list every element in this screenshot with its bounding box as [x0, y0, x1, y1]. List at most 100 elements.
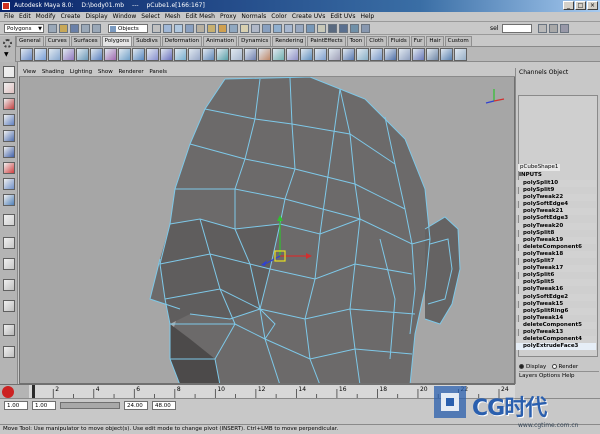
menu-edit-mesh[interactable]: Edit Mesh — [186, 12, 215, 21]
persp-outliner-icon[interactable] — [3, 279, 15, 291]
shelf-tab-fur[interactable]: Fur — [410, 36, 426, 46]
hypershade-layout-icon[interactable] — [3, 324, 15, 336]
menu-normals[interactable]: Normals — [241, 12, 266, 21]
select-dynamic-icon[interactable] — [207, 24, 216, 33]
history-node[interactable]: polyTweak19 — [516, 236, 596, 244]
history-node[interactable]: polyTweak16 — [516, 286, 596, 293]
history-node[interactable]: polyTweak21 — [516, 208, 596, 216]
select-handle-icon[interactable] — [152, 24, 161, 33]
shelf-tab-polygons[interactable]: Polygons — [101, 36, 133, 46]
hypershade-icon[interactable] — [361, 24, 370, 33]
select-surface-icon[interactable] — [185, 24, 194, 33]
shelf-tab-subdivs[interactable]: Subdivs — [133, 36, 161, 46]
show-manip-icon[interactable] — [3, 194, 15, 206]
history-node[interactable]: polyTweak14 — [516, 315, 596, 322]
boolean-diff-icon[interactable] — [230, 48, 243, 61]
cut-icon[interactable] — [384, 48, 397, 61]
combine-icon[interactable] — [160, 48, 173, 61]
history-node[interactable]: polySplit7 — [516, 258, 596, 265]
menu-edit[interactable]: Edit — [19, 12, 31, 21]
history-icon[interactable] — [317, 24, 326, 33]
shelf-tab-hair[interactable]: Hair — [426, 36, 444, 46]
panel-menu-view[interactable]: View — [23, 69, 36, 75]
select-render-icon[interactable] — [218, 24, 227, 33]
menu-help[interactable]: Help — [361, 12, 375, 21]
shelf-tab-animation[interactable]: Animation — [203, 36, 238, 46]
triangulate-icon[interactable] — [426, 48, 439, 61]
shelf-tab-toon[interactable]: Toon — [346, 36, 366, 46]
poly-cube-icon[interactable] — [34, 48, 47, 61]
wedge-icon[interactable] — [356, 48, 369, 61]
shelf-tab-curves[interactable]: Curves — [44, 36, 70, 46]
panel-menu-shading[interactable]: Shading — [42, 69, 64, 75]
selection-mode-field[interactable]: Objects — [108, 24, 148, 33]
channel-box-icon[interactable] — [560, 24, 569, 33]
shelf-tab-dynamics[interactable]: Dynamics — [238, 36, 272, 46]
menu-create-uvs[interactable]: Create UVs — [292, 12, 325, 21]
boolean-union-icon[interactable] — [216, 48, 229, 61]
persp-graph-icon[interactable] — [3, 300, 15, 312]
uv-editor-icon[interactable] — [454, 48, 467, 61]
merge-icon[interactable] — [328, 48, 341, 61]
mirror-icon[interactable] — [244, 48, 257, 61]
menu-window[interactable]: Window — [113, 12, 137, 21]
gear-icon[interactable] — [3, 39, 12, 48]
poly-soccer-icon[interactable] — [146, 48, 159, 61]
poly-pipe-icon[interactable] — [118, 48, 131, 61]
minimize-button[interactable]: _ — [563, 1, 574, 10]
playback-start-field[interactable]: 1.00 — [32, 401, 56, 410]
menu-create[interactable]: Create — [61, 12, 81, 21]
save-scene-icon[interactable] — [70, 24, 79, 33]
quadrangulate-icon[interactable] — [440, 48, 453, 61]
move-tool-icon[interactable] — [3, 114, 15, 126]
history-node[interactable]: deleteComponent6 — [516, 244, 596, 251]
four-pane-icon[interactable] — [3, 258, 15, 270]
selection-mask-icon[interactable] — [81, 24, 90, 33]
render-globals-icon[interactable] — [350, 24, 359, 33]
snap-curve-icon[interactable] — [273, 24, 282, 33]
panel-menu-lighting[interactable]: Lighting — [70, 69, 92, 75]
make-live-icon[interactable] — [306, 24, 315, 33]
hierarchy-mode-icon[interactable] — [92, 24, 101, 33]
soft-mod-icon[interactable] — [3, 178, 15, 190]
split-icon[interactable] — [300, 48, 313, 61]
render-frame-icon[interactable] — [328, 24, 337, 33]
select-tool-icon[interactable] — [3, 66, 15, 78]
shelf-tab-painteffects[interactable]: PaintEffects — [307, 36, 346, 46]
menu-color[interactable]: Color — [271, 12, 287, 21]
append-icon[interactable] — [286, 48, 299, 61]
snap-point-icon[interactable] — [284, 24, 293, 33]
history-node[interactable]: polySplit8 — [516, 230, 596, 237]
shelf-tab-deformation[interactable]: Deformation — [161, 36, 203, 46]
channels-menu[interactable]: Channels — [519, 69, 547, 76]
shelf-tab-fluids[interactable]: Fluids — [387, 36, 410, 46]
display-layer-radio[interactable]: Display — [519, 363, 546, 371]
history-node[interactable]: polyTweak22 — [516, 194, 596, 202]
poly-torus-icon[interactable] — [90, 48, 103, 61]
menu-set-dropdown[interactable]: Polygons ▼ — [4, 24, 44, 33]
history-node[interactable]: deleteComponent5 — [516, 321, 596, 329]
select-misc-icon[interactable] — [229, 24, 238, 33]
menu-edit-uvs[interactable]: Edit UVs — [330, 12, 355, 21]
snap-view-plane-icon[interactable] — [295, 24, 304, 33]
menu-proxy[interactable]: Proxy — [220, 12, 236, 21]
menu-select[interactable]: Select — [141, 12, 160, 21]
shelf-menu-icon[interactable]: ▼ — [4, 51, 9, 58]
insert-loop-icon[interactable] — [314, 48, 327, 61]
poly-plane-icon[interactable] — [76, 48, 89, 61]
panel-menu-panels[interactable]: Panels — [149, 69, 167, 75]
history-node[interactable]: polyTweak13 — [516, 329, 596, 336]
attribute-editor-icon[interactable] — [538, 24, 547, 33]
head-mesh-render[interactable] — [20, 69, 515, 384]
history-node[interactable]: polySoftEdge2 — [516, 293, 596, 301]
select-joint-icon[interactable] — [163, 24, 172, 33]
panel-menu-renderer[interactable]: Renderer — [118, 69, 143, 75]
poke-icon[interactable] — [370, 48, 383, 61]
menu-mesh[interactable]: Mesh — [165, 12, 181, 21]
ipr-render-icon[interactable] — [339, 24, 348, 33]
separate-icon[interactable] — [174, 48, 187, 61]
quick-selection-field[interactable] — [502, 24, 532, 33]
shelf-tab-rendering[interactable]: Rendering — [272, 36, 307, 46]
history-node[interactable]: deleteComponent4 — [516, 336, 596, 344]
select-deform-icon[interactable] — [196, 24, 205, 33]
